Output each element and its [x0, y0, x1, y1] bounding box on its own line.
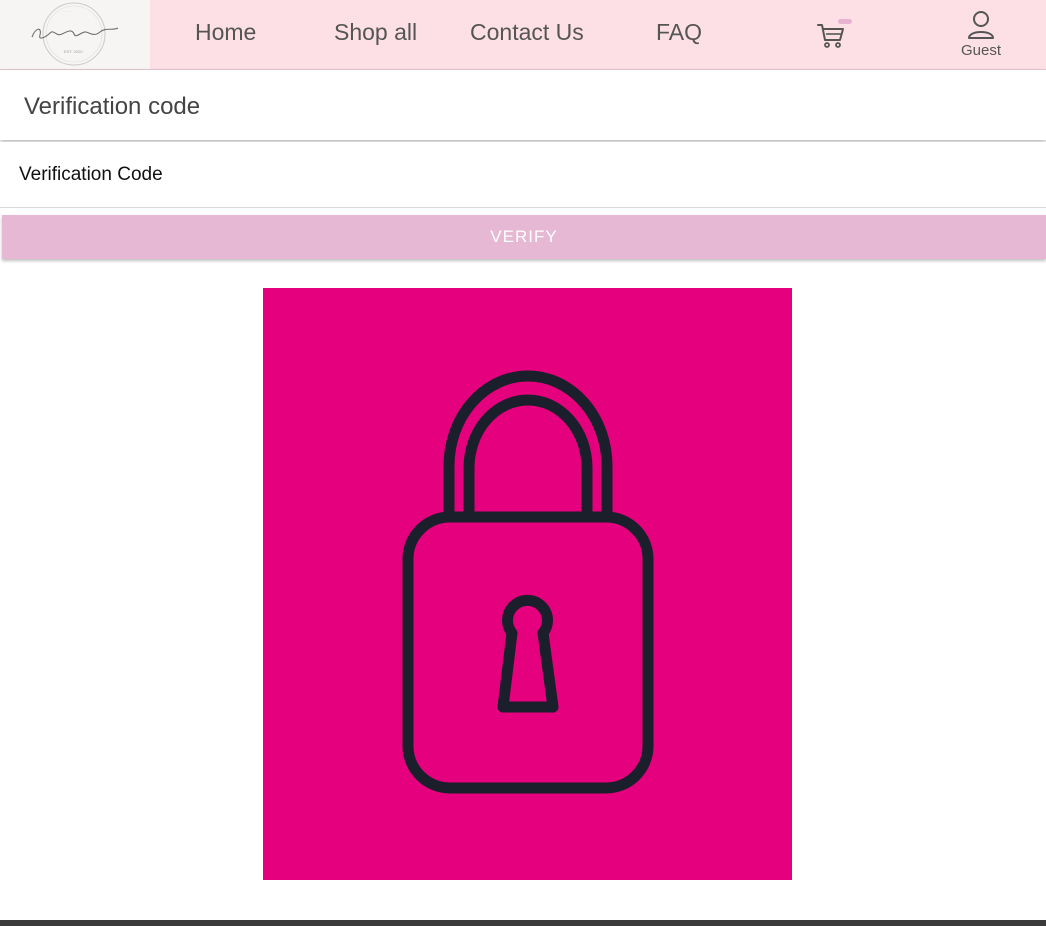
verify-button[interactable]: VERIFY	[2, 215, 1046, 259]
svg-text:· · · ·: · · · ·	[62, 9, 71, 14]
page-header: Verification code	[0, 70, 1046, 140]
cart-count-badge	[838, 19, 852, 24]
nav-home-link[interactable]: Home	[195, 19, 256, 46]
verification-code-input[interactable]	[0, 142, 1046, 208]
top-navbar: · · · · EST. 2020 Home Shop all Contact …	[0, 0, 1046, 70]
user-icon	[968, 11, 994, 39]
page-title: Verification code	[24, 93, 201, 120]
nav-shop-all-link[interactable]: Shop all	[334, 19, 417, 46]
account-label: Guest	[960, 42, 1002, 59]
nav-faq-link[interactable]: FAQ	[656, 19, 702, 46]
padlock-illustration	[263, 288, 792, 880]
nav-contact-us-link[interactable]: Contact Us	[470, 19, 584, 46]
brand-logo[interactable]: · · · · EST. 2020	[0, 0, 150, 69]
logo-mark-icon: · · · · EST. 2020	[31, 2, 119, 66]
padlock-icon	[263, 288, 792, 880]
logo-est-text: EST. 2020	[64, 49, 83, 54]
footer-bar	[0, 920, 1046, 926]
account-button[interactable]: Guest	[956, 10, 1006, 62]
cart-button[interactable]	[816, 19, 856, 51]
cart-icon	[817, 24, 844, 48]
